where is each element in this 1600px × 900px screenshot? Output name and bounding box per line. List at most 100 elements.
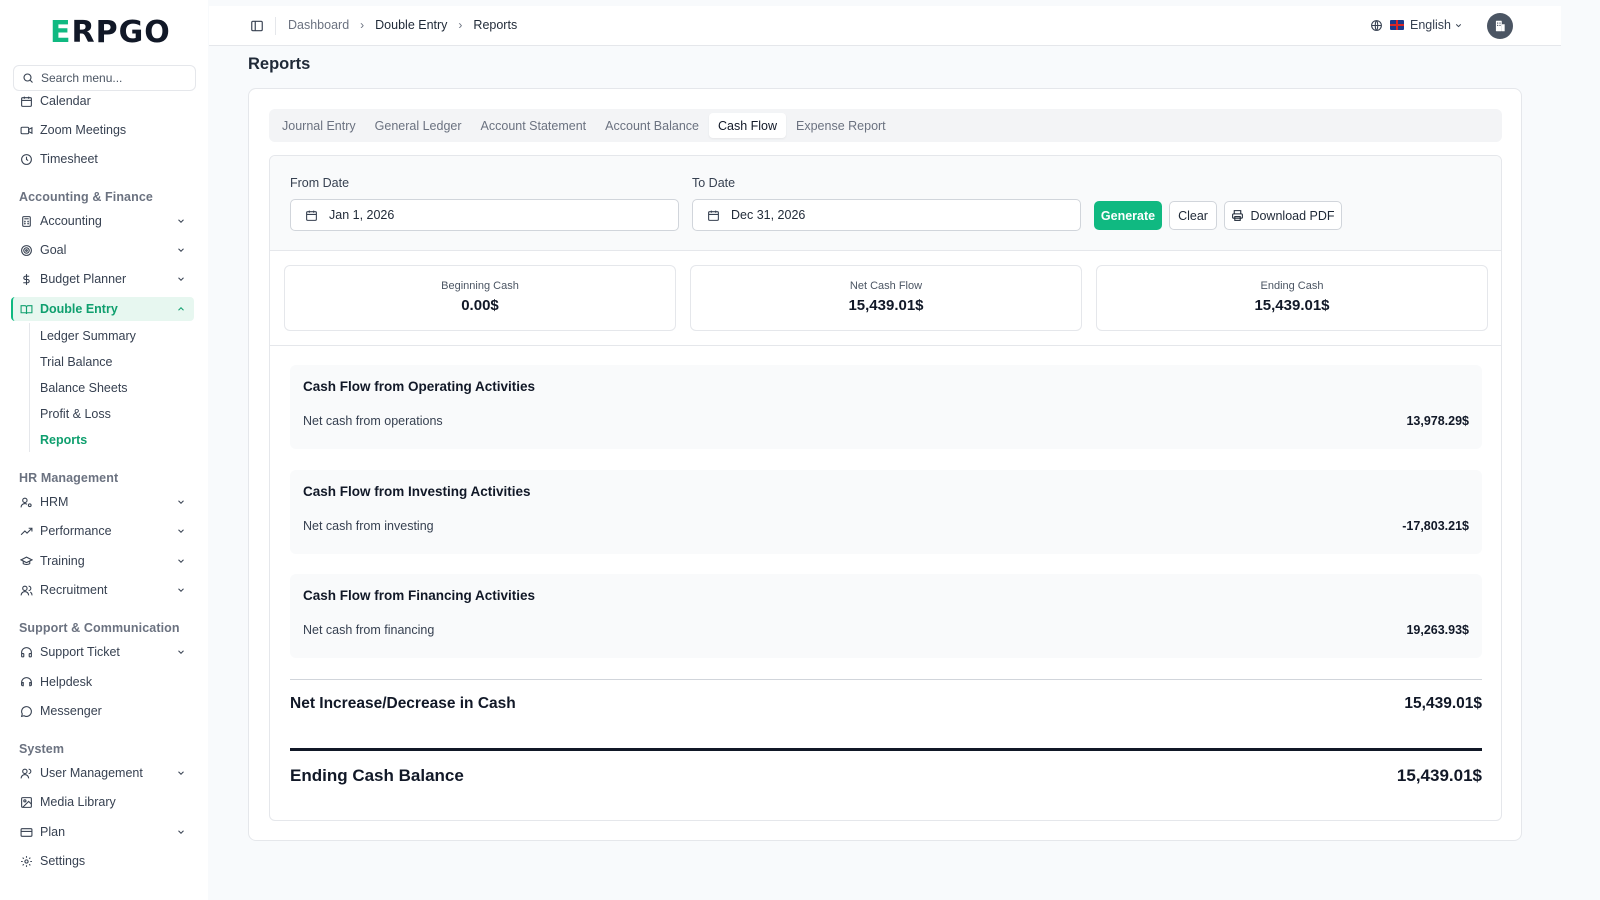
sidebar-toggle-icon[interactable] — [250, 19, 264, 33]
sidebar-item-calendar[interactable]: Calendar — [13, 89, 194, 113]
sidebar-item-label: Calendar — [40, 94, 91, 108]
video-icon — [19, 123, 33, 137]
sidebar-item-helpdesk[interactable]: Helpdesk — [13, 670, 194, 694]
sidebar-item-training[interactable]: Training — [13, 549, 194, 573]
sidebar-item-timesheet[interactable]: Timesheet — [13, 147, 194, 171]
sidebar-item-zoom-meetings[interactable]: Zoom Meetings — [13, 118, 194, 142]
breadcrumb-dashboard[interactable]: Dashboard — [288, 18, 349, 32]
submenu-line — [29, 323, 30, 452]
clock-icon — [19, 152, 33, 166]
building-icon — [1495, 20, 1505, 32]
tab-general-ledger[interactable]: General Ledger — [366, 113, 471, 138]
ending-balance-row: Ending Cash Balance 15,439.01$ — [290, 766, 1482, 786]
nav-group-system: System — [19, 742, 65, 756]
nav-group-support: Support & Communication — [19, 621, 180, 635]
sidebar-item-label: User Management — [40, 766, 143, 780]
sidebar-item-label: Timesheet — [40, 152, 98, 166]
download-pdf-button[interactable]: Download PDF — [1224, 201, 1342, 230]
chevron-right-icon: › — [360, 18, 365, 32]
sidebar-item-hrm[interactable]: HRM — [13, 490, 194, 514]
section-value: 19,263.93$ — [1406, 623, 1469, 637]
tab-expense-report[interactable]: Expense Report — [787, 113, 895, 138]
sidebar: ERPGO Calendar Zoom Meetings Timesheet A… — [0, 0, 208, 900]
summary-label: Ending Cash — [1260, 280, 1324, 292]
chevron-down-icon — [178, 277, 184, 281]
trending-up-icon — [19, 524, 33, 538]
calendar-icon — [19, 94, 33, 108]
sidebar-item-label: Media Library — [40, 795, 116, 809]
section-investing: Cash Flow from Investing Activities Net … — [290, 470, 1482, 554]
sidebar-item-label: Training — [40, 554, 85, 568]
user-icon — [19, 766, 33, 780]
chevron-down-icon — [178, 219, 184, 223]
sidebar-subitem-balance-sheets[interactable]: Balance Sheets — [40, 381, 128, 395]
net-change-label: Net Increase/Decrease in Cash — [290, 695, 516, 712]
chevron-right-icon: › — [458, 18, 463, 32]
calendar-icon — [708, 210, 719, 221]
sidebar-item-user-management[interactable]: User Management — [13, 761, 194, 785]
sidebar-subitem-profit-loss[interactable]: Profit & Loss — [40, 407, 111, 421]
from-date-value: Jan 1, 2026 — [329, 208, 395, 222]
section-title: Cash Flow from Investing Activities — [303, 484, 531, 499]
sidebar-item-label: Performance — [40, 524, 112, 538]
section-divider — [270, 345, 1501, 346]
chevron-down-icon — [178, 500, 184, 504]
users-icon — [19, 583, 33, 597]
sidebar-item-label: Settings — [40, 854, 86, 868]
printer-icon — [1232, 210, 1244, 221]
uk-flag-icon — [1390, 20, 1404, 30]
sidebar-item-support-ticket[interactable]: Support Ticket — [13, 640, 194, 664]
chevron-up-icon — [178, 307, 184, 311]
chevron-down-icon — [178, 830, 184, 834]
globe-icon — [1371, 19, 1382, 31]
sidebar-item-messenger[interactable]: Messenger — [13, 699, 194, 723]
sidebar-item-label: Messenger — [40, 704, 102, 718]
sidebar-item-performance[interactable]: Performance — [13, 519, 194, 543]
tab-cash-flow[interactable]: Cash Flow — [708, 113, 787, 138]
language-selector[interactable]: English — [1370, 18, 1463, 32]
gear-icon — [19, 854, 33, 868]
sidebar-item-media-library[interactable]: Media Library — [13, 790, 194, 814]
tab-journal-entry[interactable]: Journal Entry — [273, 113, 365, 138]
summary-net-cash-flow: Net Cash Flow 15,439.01$ — [690, 265, 1082, 331]
sidebar-item-budget-planner[interactable]: Budget Planner — [13, 267, 194, 291]
sidebar-item-label: Plan — [40, 825, 66, 839]
breadcrumb: Dashboard › Double Entry › Reports — [288, 18, 517, 32]
sidebar-item-goal[interactable]: Goal — [13, 238, 194, 262]
clear-button[interactable]: Clear — [1169, 201, 1217, 230]
sidebar-item-recruitment[interactable]: Recruitment — [13, 578, 194, 602]
search-menu[interactable] — [13, 65, 196, 91]
avatar[interactable] — [1487, 13, 1513, 39]
breadcrumb-double-entry[interactable]: Double Entry — [375, 18, 447, 32]
net-change-value: 15,439.01$ — [1404, 695, 1482, 712]
sidebar-item-accounting[interactable]: Accounting — [13, 209, 194, 233]
from-date-input[interactable]: Jan 1, 2026 — [290, 199, 679, 231]
cash-flow-panel: From Date Jan 1, 2026 To Date Dec 31, 20… — [269, 155, 1502, 821]
sidebar-item-settings[interactable]: Settings — [13, 849, 194, 873]
divider-line — [290, 679, 1482, 680]
app-logo[interactable]: E RPGO — [50, 14, 171, 50]
net-change-row: Net Increase/Decrease in Cash 15,439.01$ — [290, 695, 1482, 713]
tab-account-balance[interactable]: Account Balance — [596, 113, 708, 138]
section-label: Net cash from financing — [303, 623, 435, 637]
breadcrumb-reports: Reports — [473, 18, 518, 32]
ending-balance-label: Ending Cash Balance — [290, 766, 464, 785]
section-title: Cash Flow from Financing Activities — [303, 588, 536, 603]
credit-card-icon — [19, 825, 33, 839]
generate-button[interactable]: Generate — [1094, 201, 1162, 230]
sidebar-item-plan[interactable]: Plan — [13, 820, 194, 844]
tab-account-statement[interactable]: Account Statement — [472, 113, 596, 138]
sidebar-subitem-reports[interactable]: Reports — [40, 433, 87, 447]
search-input[interactable] — [41, 71, 191, 85]
sidebar-subitem-ledger-summary[interactable]: Ledger Summary — [40, 329, 136, 343]
summary-value: 15,439.01$ — [1254, 297, 1330, 314]
sidebar-item-label: Double Entry — [40, 302, 118, 316]
section-value: -17,803.21$ — [1402, 519, 1469, 533]
dollar-icon — [19, 272, 33, 286]
calculator-icon — [19, 214, 33, 228]
sidebar-subitem-trial-balance[interactable]: Trial Balance — [40, 355, 113, 369]
section-label: Net cash from operations — [303, 414, 443, 428]
nav-group-accounting: Accounting & Finance — [19, 190, 153, 204]
sidebar-item-double-entry[interactable]: Double Entry — [11, 297, 194, 321]
to-date-input[interactable]: Dec 31, 2026 — [692, 199, 1081, 231]
